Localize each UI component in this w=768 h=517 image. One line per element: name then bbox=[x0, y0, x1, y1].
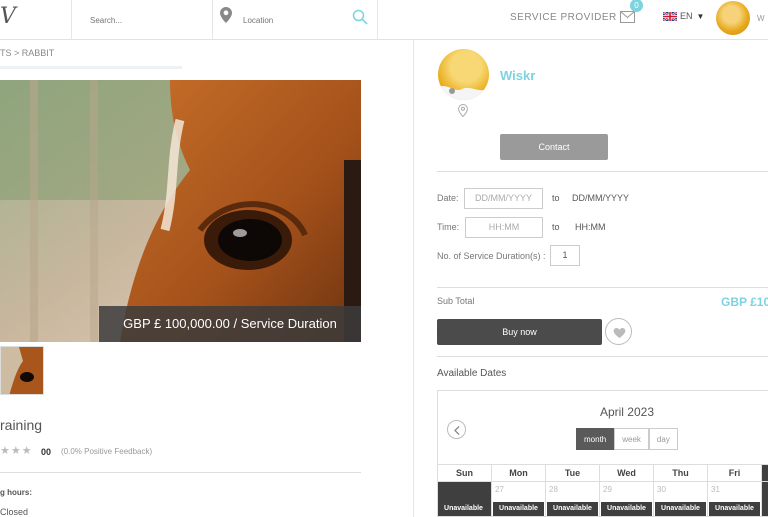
calendar-week-row: Unavailable 27 Unavailable 28 Unavailabl… bbox=[438, 482, 768, 516]
divider bbox=[377, 0, 378, 40]
time-label: Time: bbox=[437, 222, 460, 232]
user-avatar[interactable] bbox=[716, 1, 750, 35]
divider bbox=[437, 171, 768, 172]
thumbnail-image[interactable] bbox=[0, 346, 44, 395]
calendar-day-cell[interactable]: 27 Unavailable bbox=[492, 482, 546, 516]
day-header: Mon bbox=[492, 464, 546, 482]
day-number: 27 bbox=[495, 485, 504, 494]
unavailable-label: Unavailable bbox=[438, 502, 489, 516]
calendar-day-cell[interactable]: Unavailable bbox=[438, 482, 492, 516]
location-input[interactable] bbox=[243, 12, 343, 28]
language-selector[interactable]: EN ▼ bbox=[663, 11, 705, 22]
location-pin-icon bbox=[458, 104, 468, 117]
divider bbox=[437, 356, 768, 357]
calendar-prev-button[interactable] bbox=[447, 420, 466, 439]
opening-hours-value: Closed bbox=[0, 507, 29, 517]
duration-label: No. of Service Duration(s) : bbox=[437, 251, 546, 261]
provider-avatar-image bbox=[438, 86, 489, 100]
contact-button[interactable]: Contact bbox=[500, 134, 608, 160]
unavailable-label: Unavailable bbox=[601, 502, 652, 516]
view-week-button[interactable]: week bbox=[614, 428, 649, 450]
available-dates-label: Available Dates bbox=[437, 368, 507, 379]
calendar-day-cell[interactable]: 31 Unavailable bbox=[708, 482, 762, 516]
buy-now-button[interactable]: Buy now bbox=[437, 319, 602, 345]
day-number: 29 bbox=[603, 485, 612, 494]
service-provider-link[interactable]: SERVICE PROVIDER bbox=[510, 12, 617, 23]
day-number: 28 bbox=[549, 485, 558, 494]
calendar-view-switcher: month week day bbox=[576, 428, 678, 450]
time-to-input[interactable]: HH:MM bbox=[575, 222, 606, 232]
horse-thumbnail bbox=[1, 347, 43, 394]
view-month-button[interactable]: month bbox=[576, 428, 615, 450]
divider bbox=[212, 0, 213, 40]
price-label: GBP £ 100,000.00 / Service Duration bbox=[99, 306, 361, 342]
calendar-day-cell[interactable]: 29 Unavailable bbox=[600, 482, 654, 516]
divider bbox=[437, 287, 768, 288]
search-icon[interactable] bbox=[352, 9, 368, 25]
breadcrumb-underline bbox=[0, 66, 182, 69]
heart-icon bbox=[613, 328, 626, 338]
duration-input[interactable]: 1 bbox=[550, 245, 580, 266]
day-header: Wed bbox=[600, 464, 654, 482]
top-navigation-bar: V SERVICE PROVIDER 0 EN▼ W bbox=[0, 0, 768, 40]
favourite-button[interactable] bbox=[605, 318, 632, 345]
logo[interactable]: V bbox=[0, 4, 16, 29]
subtotal-value: GBP £10 bbox=[721, 295, 768, 309]
opening-hours-label: g hours: bbox=[0, 488, 32, 497]
calendar-month-title: April 2023 bbox=[599, 405, 655, 419]
date-to-input[interactable]: DD/MM/YYYY bbox=[572, 193, 629, 203]
day-number: 30 bbox=[657, 485, 666, 494]
star-rating: ★★★ bbox=[0, 445, 33, 457]
user-name[interactable]: W bbox=[757, 14, 765, 23]
rating-count: 00 bbox=[41, 447, 52, 457]
uk-flag-icon bbox=[663, 12, 677, 22]
mail-icon[interactable] bbox=[620, 11, 635, 23]
date-label: Date: bbox=[437, 193, 459, 203]
calendar-day-headers: Sun Mon Tue Wed Thu Fri bbox=[438, 464, 768, 482]
unavailable-label: Unavailable bbox=[493, 502, 544, 516]
day-header: Tue bbox=[546, 464, 600, 482]
location-pin-icon bbox=[220, 7, 232, 23]
date-from-input[interactable]: DD/MM/YYYY bbox=[464, 188, 543, 209]
horse-photo bbox=[0, 80, 361, 342]
subtotal-label: Sub Total bbox=[437, 296, 475, 306]
language-label: EN bbox=[680, 11, 693, 21]
calendar-day-cell[interactable]: 28 Unavailable bbox=[546, 482, 600, 516]
service-main-image[interactable] bbox=[0, 80, 361, 342]
unavailable-label: Unavailable bbox=[547, 502, 598, 516]
provider-name[interactable]: Wiskr bbox=[500, 68, 535, 83]
day-header: Fri bbox=[708, 464, 762, 482]
unavailable-label: Unavailable bbox=[655, 502, 706, 516]
day-number: 31 bbox=[711, 485, 720, 494]
day-header: Thu bbox=[654, 464, 708, 482]
chevron-down-icon: ▼ bbox=[696, 12, 705, 21]
view-day-button[interactable]: day bbox=[648, 428, 678, 450]
chevron-left-icon bbox=[454, 426, 460, 435]
calendar-day-cell-overflow bbox=[762, 482, 768, 516]
day-header: Sun bbox=[438, 464, 492, 482]
breadcrumb[interactable]: TS > RABBIT bbox=[0, 48, 54, 58]
service-title: raining bbox=[0, 417, 43, 433]
to-label: to bbox=[552, 193, 560, 203]
mail-count-badge: 0 bbox=[630, 0, 643, 12]
to-label: to bbox=[552, 222, 560, 232]
provider-avatar[interactable] bbox=[438, 49, 489, 100]
day-header-overflow bbox=[762, 464, 768, 482]
column-divider bbox=[413, 40, 414, 517]
divider bbox=[71, 0, 72, 40]
search-input[interactable] bbox=[90, 12, 205, 28]
unavailable-label: Unavailable bbox=[709, 502, 760, 516]
divider bbox=[0, 472, 361, 473]
calendar-day-cell[interactable]: 30 Unavailable bbox=[654, 482, 708, 516]
positive-feedback: (0.0% Positive Feedback) bbox=[61, 447, 153, 456]
availability-calendar: April 2023 month week day Sun Mon Tue We… bbox=[437, 390, 768, 517]
time-from-input[interactable]: HH:MM bbox=[465, 217, 543, 238]
